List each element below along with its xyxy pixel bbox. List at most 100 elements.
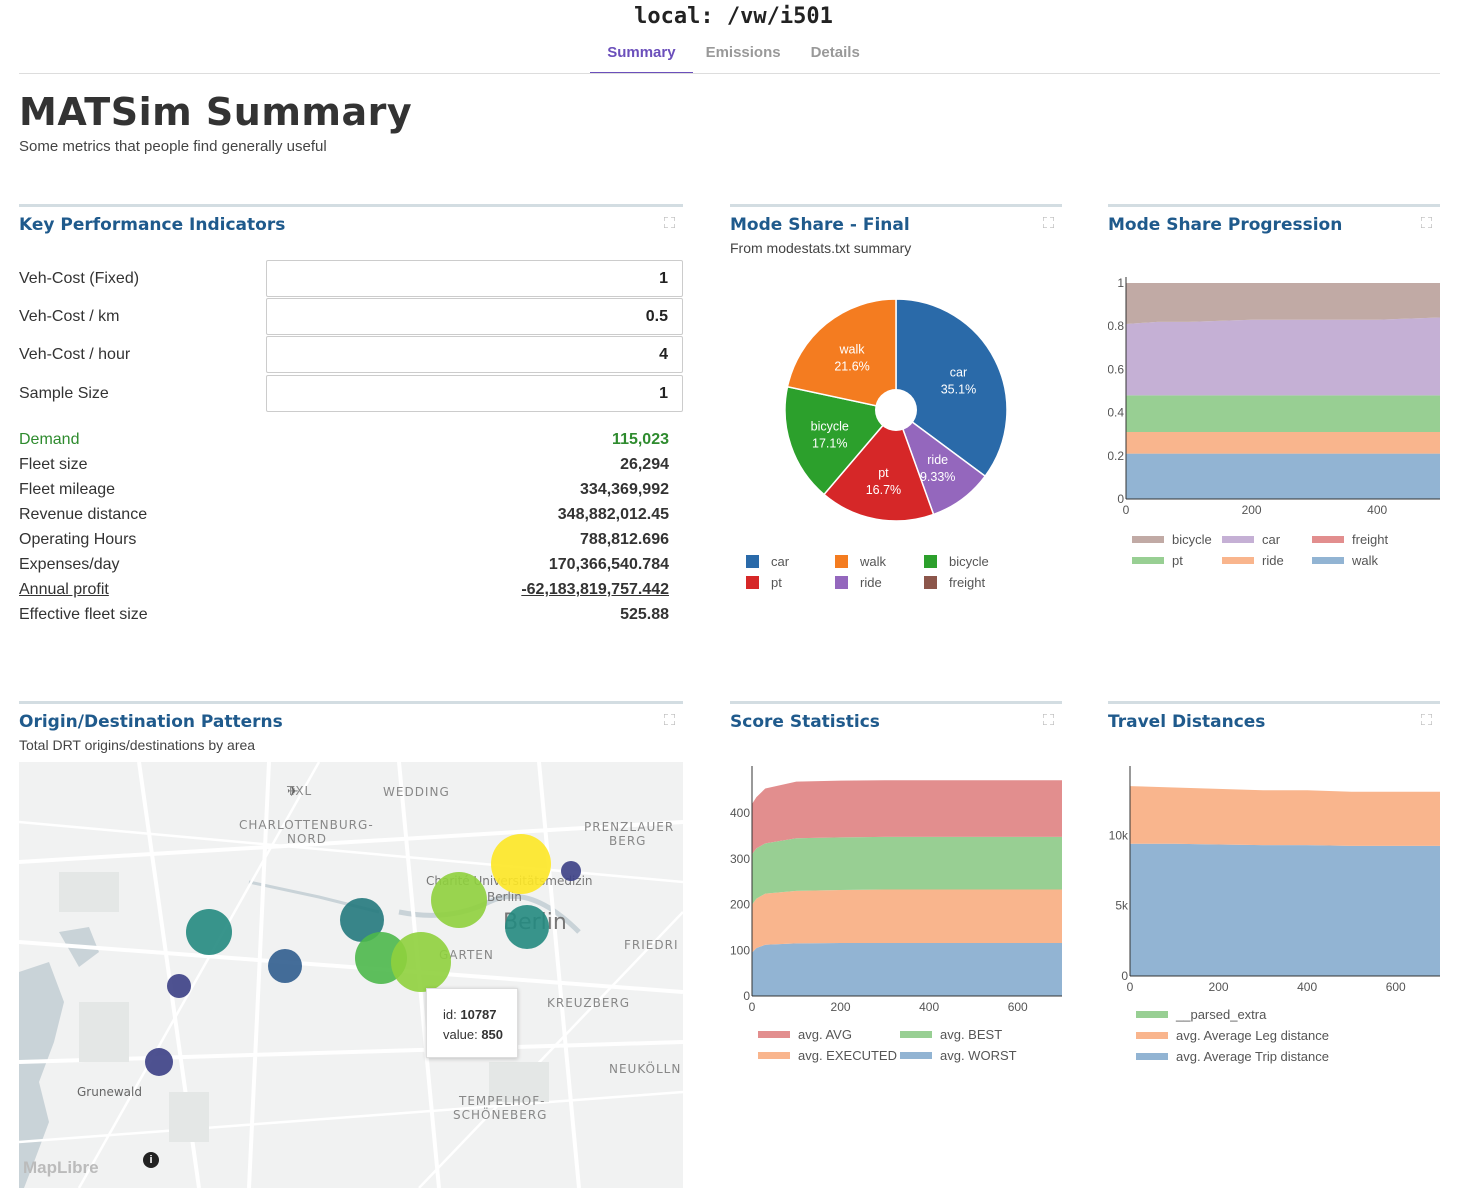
- stat-value: 525.88: [620, 606, 669, 623]
- annual-profit-value[interactable]: -62,183,819,757.442: [521, 581, 669, 599]
- area-series-ride[interactable]: [1126, 432, 1440, 454]
- legend-item-ride[interactable]: ride: [1222, 552, 1284, 568]
- legend-item-avg-average-trip-distance[interactable]: avg. Average Trip distance: [1136, 1048, 1329, 1064]
- area-series-avg-average-trip-distance[interactable]: [1130, 843, 1440, 976]
- info-icon[interactable]: i: [143, 1152, 159, 1168]
- legend-swatch: [1222, 535, 1254, 543]
- tooltip-value-value: 850: [481, 1027, 504, 1042]
- kpi-input-row: Veh-Cost / km: [19, 298, 683, 336]
- od-map[interactable]: ✈ TXL WEDDING CHARLOTTENBURG- NORD PRENZ…: [19, 762, 683, 1188]
- legend-item-walk[interactable]: walk: [835, 553, 886, 569]
- expand-icon[interactable]: [1421, 217, 1432, 228]
- legend-item-freight[interactable]: freight: [1312, 531, 1388, 547]
- legend-item--parsed-extra[interactable]: __parsed_extra: [1136, 1006, 1266, 1022]
- area-series-walk[interactable]: [1126, 453, 1440, 499]
- legend-label: avg. Average Leg distance: [1176, 1027, 1329, 1043]
- od-bubble[interactable]: [186, 909, 232, 955]
- legend-item-freight[interactable]: freight: [924, 574, 985, 590]
- stat-row: Annual profit -62,183,819,757.442: [19, 581, 669, 605]
- stat-value: 348,882,012.45: [557, 506, 669, 523]
- legend-label: walk: [860, 553, 887, 569]
- score-title: Score Statistics: [730, 712, 880, 732]
- legend-label: freight: [949, 574, 986, 590]
- legend-item-bicycle[interactable]: bicycle: [1132, 531, 1212, 547]
- x-tick-label: 400: [919, 1000, 939, 1014]
- pie-label: car: [950, 366, 967, 380]
- pie-value-label: 17.1%: [812, 436, 847, 450]
- pie-hole: [875, 389, 917, 431]
- tab-summary[interactable]: Summary: [590, 44, 693, 74]
- od-bubble[interactable]: [391, 932, 451, 992]
- veh-cost-km-input[interactable]: [266, 298, 683, 335]
- stat-label: Effective fleet size: [19, 606, 148, 623]
- veh-cost-fixed-input[interactable]: [266, 260, 683, 297]
- area-series-pt[interactable]: [1126, 395, 1440, 433]
- od-bubble[interactable]: [491, 834, 551, 894]
- y-tick-label: 0.4: [1108, 406, 1124, 420]
- legend-swatch: [1136, 1031, 1168, 1039]
- legend-item-pt[interactable]: pt: [1132, 552, 1183, 568]
- y-tick-label: 1: [1117, 276, 1124, 290]
- mode-share-subtitle: From modestats.txt summary: [730, 240, 912, 256]
- expand-icon[interactable]: [664, 217, 675, 228]
- od-bubble[interactable]: [268, 949, 302, 983]
- legend-swatch: [758, 1030, 790, 1038]
- legend-item-avg-best[interactable]: avg. BEST: [900, 1026, 1002, 1042]
- kpi-input-label: Veh-Cost / hour: [19, 346, 131, 363]
- x-tick-label: 0: [1127, 980, 1134, 994]
- legend-swatch: [1312, 535, 1344, 543]
- area-series-avg-worst[interactable]: [752, 942, 1062, 996]
- od-bubble[interactable]: [145, 1048, 173, 1076]
- legend-swatch: [1132, 535, 1164, 543]
- area-series-bicycle[interactable]: [1126, 283, 1440, 325]
- tab-bar: Summary Emissions Details: [0, 44, 1467, 74]
- legend-swatch: [835, 575, 848, 589]
- veh-cost-hour-input[interactable]: [266, 336, 683, 373]
- y-tick-label: 100: [730, 943, 750, 957]
- legend-item-car[interactable]: car: [746, 553, 789, 569]
- kpi-panel: Key Performance Indicators Veh-Cost (Fix…: [19, 204, 683, 644]
- legend-item-walk[interactable]: walk: [1312, 552, 1378, 568]
- od-bubble[interactable]: [561, 861, 581, 881]
- y-tick-label: 400: [730, 806, 750, 820]
- legend-item-avg-average-leg-distance[interactable]: avg. Average Leg distance: [1136, 1027, 1329, 1043]
- expand-icon[interactable]: [1043, 714, 1054, 725]
- page-title: MATSim Summary: [19, 90, 413, 134]
- maplibre-logo-text: MapLibre: [23, 1158, 99, 1177]
- x-tick-label: 400: [1297, 980, 1317, 994]
- annual-profit-link[interactable]: Annual profit: [19, 581, 109, 599]
- travel-legend: __parsed_extra avg. Average Leg distance a…: [1136, 1006, 1436, 1070]
- x-tick-label: 200: [831, 1000, 851, 1014]
- tooltip-value-label: value:: [443, 1027, 478, 1042]
- area-series-avg-average-leg-distance[interactable]: [1130, 786, 1440, 846]
- od-bubble[interactable]: [505, 905, 549, 949]
- area-series-car[interactable]: [1126, 317, 1440, 396]
- legend-item-car[interactable]: car: [1222, 531, 1280, 547]
- stat-row: Fleet size 26,294: [19, 456, 669, 480]
- legend-item-avg-executed[interactable]: avg. EXECUTED: [758, 1047, 897, 1063]
- pie-label: bicycle: [811, 419, 849, 433]
- legend-item-avg-avg[interactable]: avg. AVG: [758, 1026, 852, 1042]
- legend-item-pt[interactable]: pt: [746, 574, 782, 590]
- x-tick-label: 400: [1367, 503, 1387, 517]
- stat-row: Revenue distance 348,882,012.45: [19, 506, 669, 530]
- x-tick-label: 200: [1242, 503, 1262, 517]
- expand-icon[interactable]: [664, 714, 675, 725]
- od-bubbles: [145, 834, 581, 1076]
- sample-size-input[interactable]: [266, 375, 683, 412]
- kpi-input-row: Sample Size: [19, 375, 683, 413]
- od-bubble[interactable]: [431, 872, 487, 928]
- tab-details[interactable]: Details: [796, 44, 875, 74]
- legend-swatch: [758, 1051, 790, 1059]
- mode-share-title: Mode Share - Final: [730, 215, 910, 235]
- legend-item-avg-worst[interactable]: avg. WORST: [900, 1047, 1017, 1063]
- mode-progression-panel: Mode Share Progression 0 0.2 0.4 0.6 0.8 1 0 20…: [1108, 204, 1440, 644]
- od-bubble[interactable]: [167, 974, 191, 998]
- tab-emissions[interactable]: Emissions: [691, 44, 796, 74]
- legend-item-bicycle[interactable]: bicycle: [924, 553, 989, 569]
- legend-item-ride[interactable]: ride: [835, 574, 882, 590]
- expand-icon[interactable]: [1421, 714, 1432, 725]
- expand-icon[interactable]: [1043, 217, 1054, 228]
- x-tick-label: 200: [1209, 980, 1229, 994]
- legend-swatch: [746, 554, 759, 568]
